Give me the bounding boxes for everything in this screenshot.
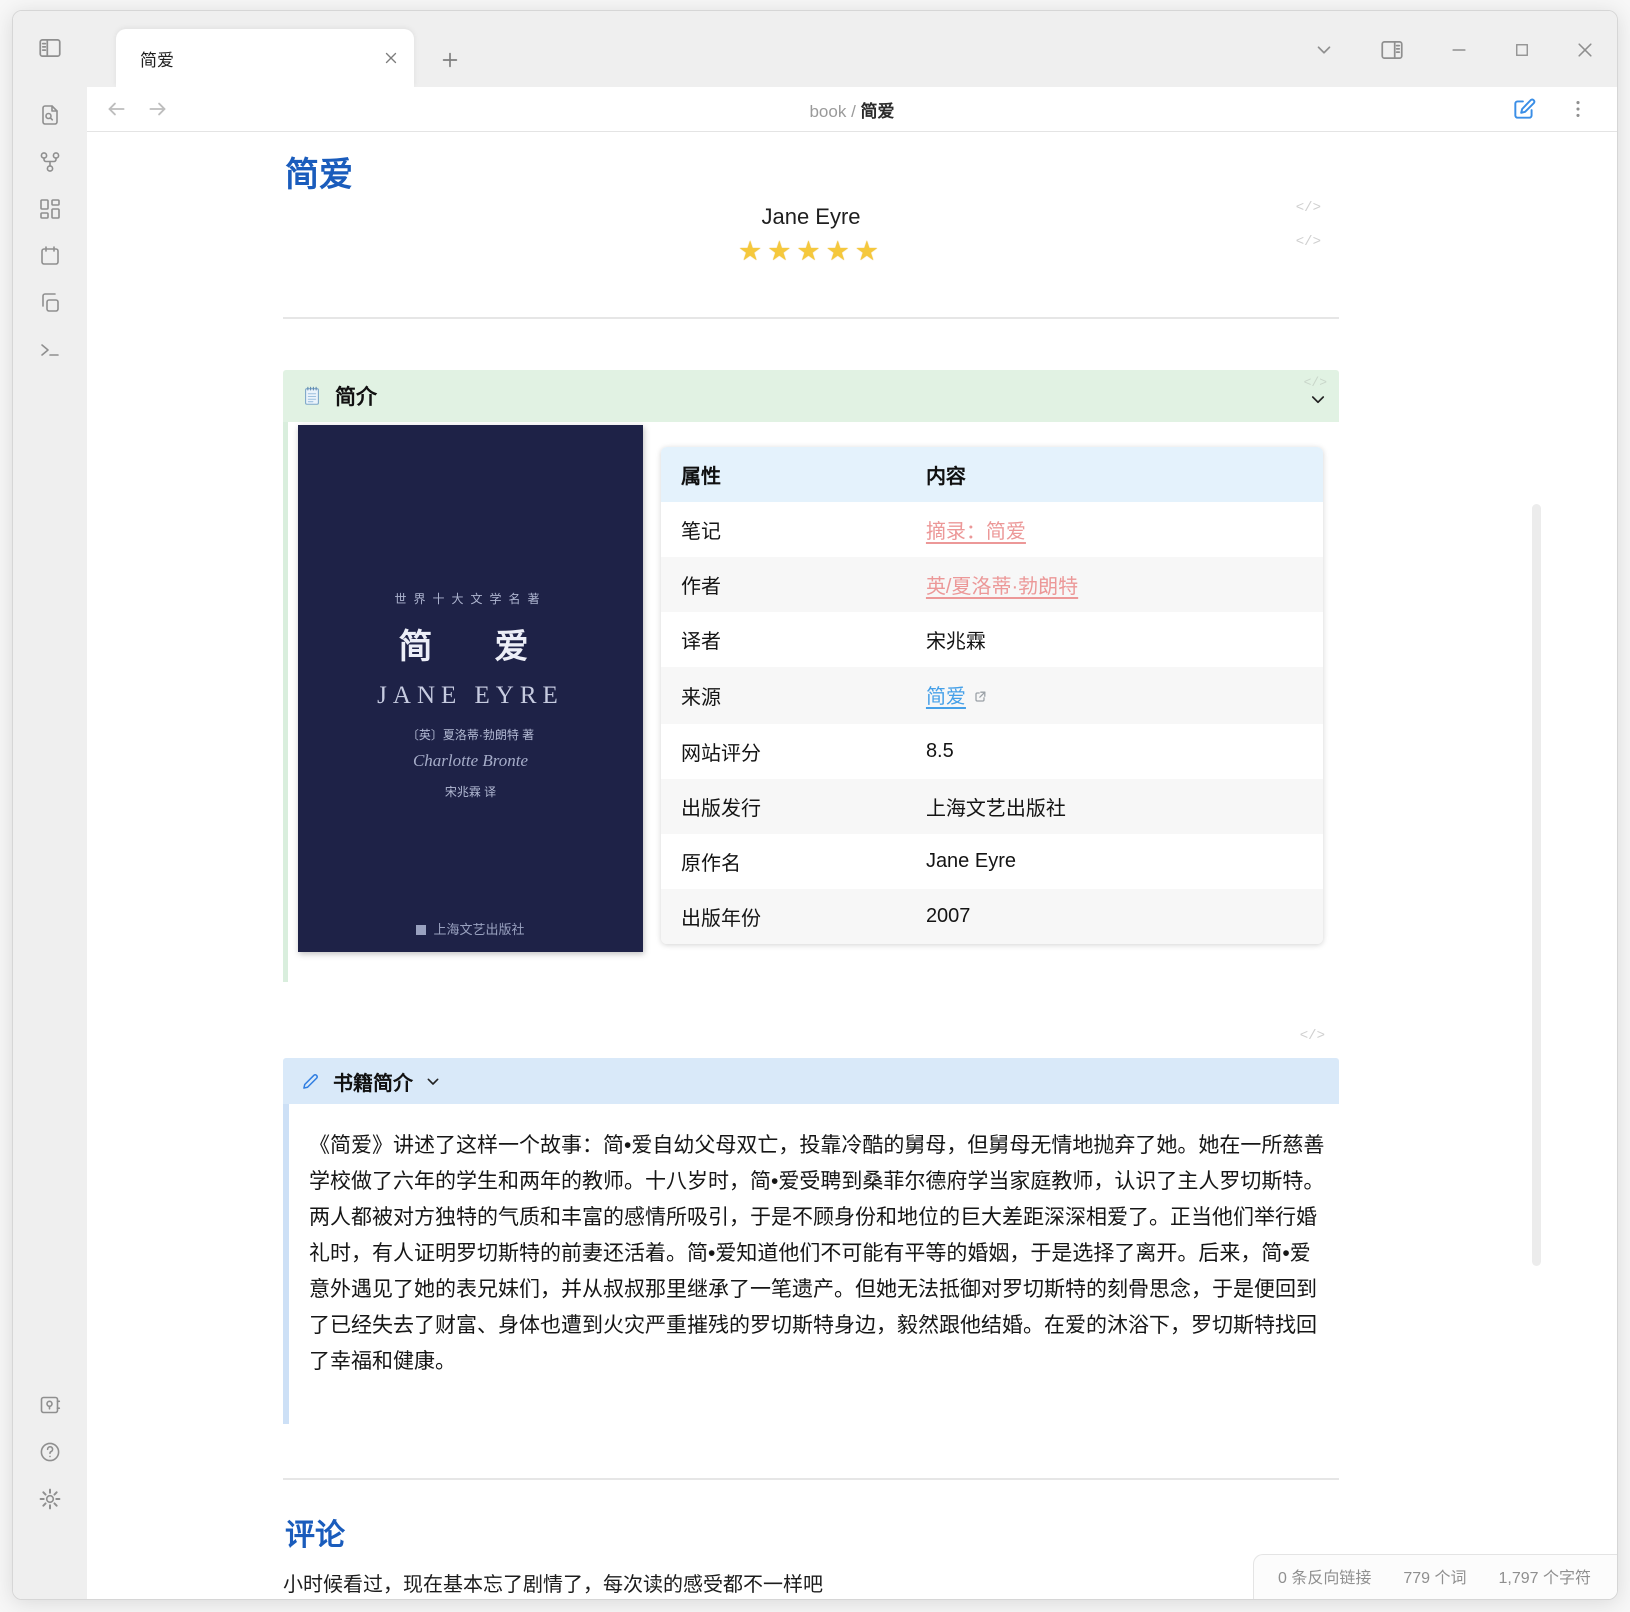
code-block-edit-icon[interactable]: </> — [1296, 200, 1321, 216]
search-in-file-icon[interactable] — [38, 103, 62, 127]
settings-gear-icon[interactable] — [38, 1487, 62, 1511]
summary-callout-title: 书籍简介 — [333, 1067, 413, 1096]
titlebar: 简爱 — [13, 11, 1617, 87]
right-sidebar-toggle-icon[interactable] — [1379, 37, 1405, 63]
breadcrumb-parent[interactable]: book — [809, 102, 846, 121]
code-block-edit-icon[interactable]: </> — [1296, 234, 1321, 250]
terminal-icon[interactable] — [38, 338, 62, 362]
vault-icon[interactable] — [38, 1393, 62, 1417]
main-pane: book / 简爱 — [87, 87, 1617, 1599]
window-controls — [1313, 37, 1595, 63]
column-header: 内容 — [906, 447, 1323, 502]
prop-value: Jane Eyre — [906, 834, 1323, 889]
cover-byline: 〔英〕夏洛蒂·勃朗特 著 — [407, 726, 534, 743]
prop-key: 译者 — [661, 612, 906, 667]
prop-value: 2007 — [906, 889, 1323, 944]
edit-note-icon[interactable] — [1511, 96, 1537, 122]
maximize-icon[interactable] — [1513, 41, 1531, 59]
breadcrumb-current[interactable]: 简爱 — [861, 102, 895, 121]
table-row: 笔记 摘录：简爱 — [661, 502, 1323, 557]
left-sidebar-toggle-icon[interactable] — [37, 35, 63, 61]
cover-title-en: JANE EYRE — [377, 682, 564, 710]
external-link[interactable]: 简爱 — [926, 686, 966, 708]
char-count[interactable]: 1,797 个字符 — [1499, 1564, 1592, 1588]
table-row: 出版发行 上海文艺出版社 — [661, 779, 1323, 834]
close-window-icon[interactable] — [1575, 40, 1595, 60]
tab-title: 简爱 — [140, 46, 382, 71]
view-header: book / 简爱 — [87, 87, 1617, 132]
comment-text: 小时候看过，现在基本忘了剧情了，每次读的感受都不一样吧 — [283, 1568, 1339, 1597]
prop-key: 出版发行 — [661, 779, 906, 834]
table-row: 出版年份 2007 — [661, 889, 1323, 944]
summary-callout-header[interactable]: 书籍简介 — [283, 1058, 1339, 1104]
code-block-edit-icon[interactable]: </> — [1300, 1028, 1325, 1044]
internal-link[interactable]: 摘录：简爱 — [926, 521, 1026, 543]
divider — [283, 317, 1339, 319]
breadcrumb-separator: / — [851, 102, 856, 121]
intro-callout-body: 世界十大文学名著 简 爱 JANE EYRE 〔英〕夏洛蒂·勃朗特 著 Char… — [283, 422, 1339, 982]
book-cover-image: 世界十大文学名著 简 爱 JANE EYRE 〔英〕夏洛蒂·勃朗特 著 Char… — [298, 425, 643, 952]
cover-series: 世界十大文学名著 — [394, 590, 546, 607]
code-block-edit-icon[interactable]: </> — [1304, 375, 1327, 390]
table-row: 来源 简爱 — [661, 667, 1323, 724]
page-title: 简爱 — [285, 154, 1339, 196]
table-header-row: 属性 内容 — [661, 447, 1323, 502]
internal-link[interactable]: 英/夏洛蒂·勃朗特 — [926, 576, 1078, 598]
table-row: 原作名 Jane Eyre — [661, 834, 1323, 889]
table-row: 网站评分 8.5 — [661, 724, 1323, 779]
summary-callout: </> 书籍简介 — [283, 1058, 1339, 1424]
cover-publisher: 上海文艺出版社 — [298, 919, 643, 938]
cover-author-en: Charlotte Bronte — [413, 751, 528, 771]
collapse-chevron-icon[interactable] — [425, 1074, 441, 1090]
help-icon[interactable] — [38, 1440, 62, 1464]
intro-callout-header[interactable]: 简介 — [283, 370, 1339, 422]
graph-view-icon[interactable] — [38, 150, 62, 174]
notepad-icon — [301, 385, 323, 407]
prop-value: 8.5 — [906, 724, 1323, 779]
cover-translator: 宋兆霖 译 — [445, 783, 496, 800]
breadcrumb: book / 简爱 — [87, 97, 1617, 122]
collapse-chevron-icon[interactable] — [1309, 391, 1327, 409]
divider — [283, 1478, 1339, 1480]
rating-stars: ★★★★★ — [283, 236, 1339, 267]
calendar-icon[interactable] — [38, 244, 62, 268]
word-count[interactable]: 779 个词 — [1403, 1564, 1466, 1588]
summary-text: 《简爱》讲述了这样一个故事：简•爱自幼父母双亡，投靠冷酷的舅母，但舅母无情地抛弃… — [283, 1104, 1339, 1424]
column-header: 属性 — [661, 447, 906, 502]
note-content: 简爱 Jane Eyre ★★★★★ </> </> — [87, 132, 1617, 1599]
table-row: 作者 英/夏洛蒂·勃朗特 — [661, 557, 1323, 612]
ribbon — [13, 87, 87, 1599]
prop-key: 笔记 — [661, 502, 906, 557]
comments-heading: 评论 — [285, 1510, 1339, 1554]
prop-key: 原作名 — [661, 834, 906, 889]
scrollbar-thumb[interactable] — [1532, 504, 1541, 1266]
backlinks-count[interactable]: 0 条反向链接 — [1278, 1564, 1371, 1588]
prop-value: 上海文艺出版社 — [906, 779, 1323, 834]
status-bar: 0 条反向链接 779 个词 1,797 个字符 — [1253, 1554, 1617, 1599]
publisher-logo — [416, 925, 426, 935]
tab-jane-eyre[interactable]: 简爱 — [116, 29, 414, 87]
intro-callout-title: 简介 — [335, 381, 377, 411]
intro-callout: 简介 </> — [283, 370, 1339, 982]
pencil-icon — [300, 1071, 321, 1092]
prop-key: 来源 — [661, 667, 906, 724]
prop-value: 宋兆霖 — [906, 612, 1323, 667]
canvas-icon[interactable] — [38, 197, 62, 221]
new-tab-icon[interactable] — [439, 49, 461, 71]
app-window: 简爱 — [12, 10, 1618, 1600]
minimize-icon[interactable] — [1449, 40, 1469, 60]
cover-title-cn: 简 爱 — [399, 619, 543, 668]
table-row: 译者 宋兆霖 — [661, 612, 1323, 667]
external-link-icon — [972, 688, 988, 710]
tab-close-icon[interactable] — [382, 49, 400, 67]
prop-key: 作者 — [661, 557, 906, 612]
note-subtitle: Jane Eyre — [283, 202, 1339, 232]
prop-key: 网站评分 — [661, 724, 906, 779]
prop-key: 出版年份 — [661, 889, 906, 944]
tab-list-chevron-icon[interactable] — [1313, 39, 1335, 61]
properties-table: 属性 内容 笔记 摘录：简爱 — [661, 447, 1323, 944]
more-options-icon[interactable] — [1567, 98, 1589, 120]
templates-icon[interactable] — [38, 291, 62, 315]
